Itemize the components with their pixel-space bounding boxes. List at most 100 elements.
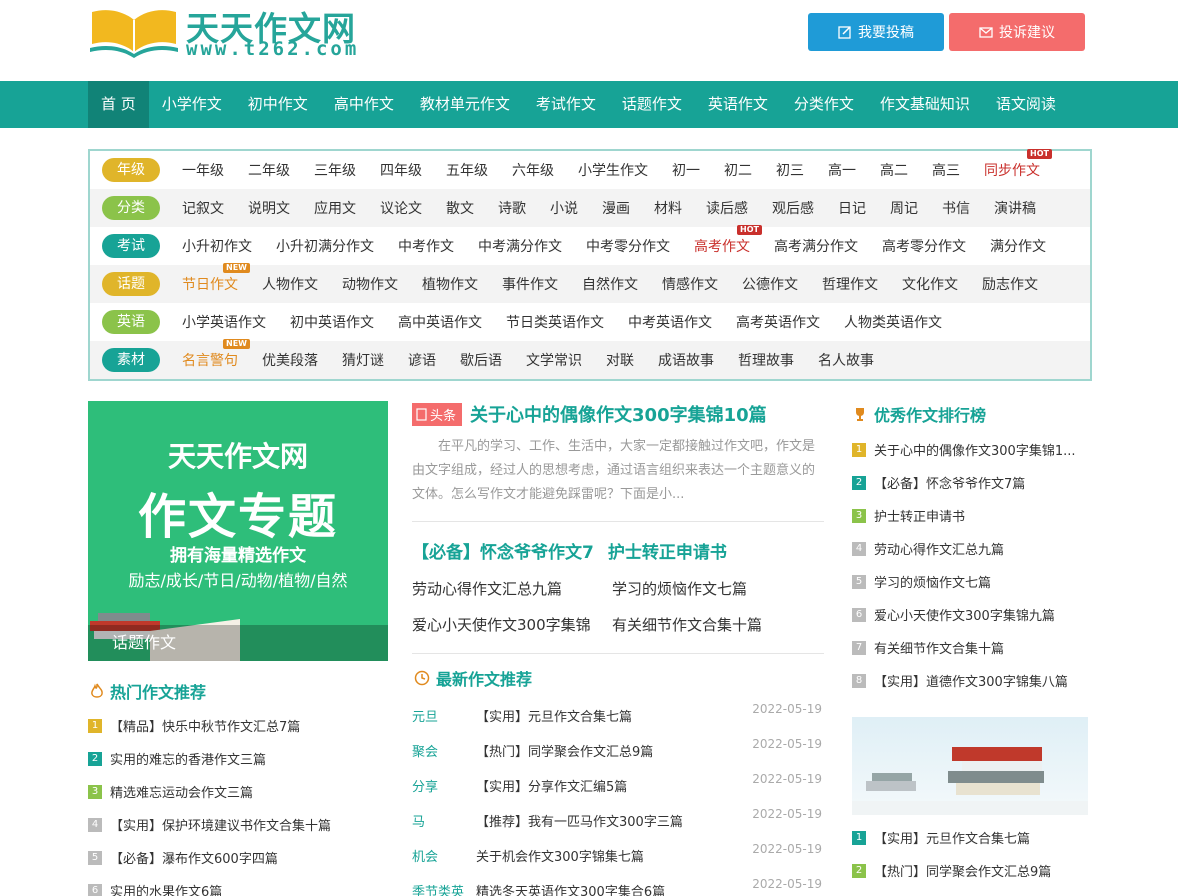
nav-item[interactable]: 考试作文 bbox=[523, 81, 609, 128]
category-link[interactable]: 猜灯谜 bbox=[342, 350, 384, 370]
topic-banner[interactable]: 天天作文网 作文专题 拥有海量精选作文 励志/成长/节日/动物/植物/自然 话题… bbox=[88, 401, 388, 661]
category-link[interactable]: 诗歌 bbox=[498, 198, 526, 218]
category-link[interactable]: 节日类英语作文 bbox=[506, 312, 604, 332]
list-item[interactable]: 2 实用的难忘的香港作文三篇 bbox=[88, 742, 388, 775]
category-link[interactable]: 名人故事 bbox=[818, 350, 874, 370]
category-link[interactable]: 人物类英语作文 bbox=[844, 312, 942, 332]
latest-item-tag[interactable]: 分享 bbox=[412, 770, 476, 805]
category-link[interactable]: 中考零分作文 bbox=[586, 236, 670, 256]
list-item[interactable]: 3【实用】分享作文汇编5篇 bbox=[852, 887, 1088, 896]
nav-item[interactable]: 初中作文 bbox=[235, 81, 321, 128]
category-link[interactable]: 小学生作文 bbox=[578, 160, 648, 180]
category-link[interactable]: 读后感 bbox=[706, 198, 748, 218]
list-item[interactable]: 4 【实用】保护环境建议书作文合集十篇 bbox=[88, 808, 388, 841]
category-link[interactable]: 自然作文 bbox=[582, 274, 638, 294]
list-item[interactable]: 8 【实用】道德作文300字锦集八篇 bbox=[852, 664, 1088, 697]
latest-item-tag[interactable]: 元旦 bbox=[412, 700, 476, 735]
quick-link[interactable]: 劳动心得作文汇总九篇 bbox=[412, 571, 612, 607]
headline-title[interactable]: 关于心中的偶像作文300字集锦10篇 bbox=[470, 401, 767, 427]
list-item[interactable]: 7 有关细节作文合集十篇 bbox=[852, 631, 1088, 664]
quick-link[interactable]: 爱心小天使作文300字集锦 bbox=[412, 607, 612, 643]
category-link[interactable]: 哲理作文 bbox=[822, 274, 878, 294]
category-link[interactable]: 高中英语作文 bbox=[398, 312, 482, 332]
category-link[interactable]: 事件作文 bbox=[502, 274, 558, 294]
category-link[interactable]: 满分作文 bbox=[990, 236, 1046, 256]
category-link[interactable]: 歇后语 bbox=[460, 350, 502, 370]
category-tag[interactable]: 年级 bbox=[102, 158, 160, 182]
category-link[interactable]: 中考英语作文 bbox=[628, 312, 712, 332]
quick-link[interactable]: 学习的烦恼作文七篇 bbox=[612, 571, 822, 607]
category-link[interactable]: 植物作文 bbox=[422, 274, 478, 294]
list-item[interactable]: 2 【必备】怀念爷爷作文7篇 bbox=[852, 466, 1088, 499]
category-link[interactable]: 公德作文 bbox=[742, 274, 798, 294]
category-link[interactable]: 高考英语作文 bbox=[736, 312, 820, 332]
quick-link[interactable]: 有关细节作文合集十篇 bbox=[612, 607, 822, 643]
category-link[interactable]: 人物作文 bbox=[262, 274, 318, 294]
category-link[interactable]: 小学英语作文 bbox=[182, 312, 266, 332]
nav-item[interactable]: 高中作文 bbox=[321, 81, 407, 128]
category-link[interactable]: 名言警句 NEW bbox=[182, 339, 250, 370]
category-link[interactable]: 散文 bbox=[446, 198, 474, 218]
category-link[interactable]: 励志作文 bbox=[982, 274, 1038, 294]
latest-item-tag[interactable]: 聚会 bbox=[412, 735, 476, 770]
category-link[interactable]: 说明文 bbox=[248, 198, 290, 218]
nav-item[interactable]: 小学作文 bbox=[149, 81, 235, 128]
category-link[interactable]: 记叙文 bbox=[182, 198, 224, 218]
category-link[interactable]: 初中英语作文 bbox=[290, 312, 374, 332]
nav-item[interactable]: 分类作文 bbox=[781, 81, 867, 128]
latest-item[interactable]: 季节类英 精选冬天英语作文300字集合6篇 2022-05-19 bbox=[412, 875, 824, 896]
category-link[interactable]: 初一 bbox=[672, 160, 700, 180]
sub-headline-2[interactable]: 护士转正申请书 bbox=[608, 538, 727, 563]
category-link[interactable]: 动物作文 bbox=[342, 274, 398, 294]
category-link[interactable]: 周记 bbox=[890, 198, 918, 218]
nav-item[interactable]: 作文基础知识 bbox=[867, 81, 983, 128]
nav-item[interactable]: 话题作文 bbox=[609, 81, 695, 128]
category-link[interactable]: 文学常识 bbox=[526, 350, 582, 370]
category-link[interactable]: 观后感 bbox=[772, 198, 814, 218]
nav-item[interactable]: 英语作文 bbox=[695, 81, 781, 128]
category-link[interactable]: 优美段落 bbox=[262, 350, 318, 370]
category-tag[interactable]: 分类 bbox=[102, 196, 160, 220]
site-logo[interactable]: 天天作文网 www.t262.com bbox=[88, 0, 368, 60]
category-link[interactable]: 对联 bbox=[606, 350, 634, 370]
category-link[interactable]: 议论文 bbox=[380, 198, 422, 218]
submit-article-button[interactable]: 我要投稿 bbox=[808, 13, 944, 51]
latest-item-tag[interactable]: 马 bbox=[412, 805, 476, 840]
nav-item[interactable]: 语文阅读 bbox=[983, 81, 1069, 128]
category-link[interactable]: 六年级 bbox=[512, 160, 554, 180]
books-photo[interactable] bbox=[852, 717, 1088, 815]
nav-item[interactable]: 教材单元作文 bbox=[407, 81, 523, 128]
category-link[interactable]: 高考满分作文 bbox=[774, 236, 858, 256]
category-link[interactable]: 小说 bbox=[550, 198, 578, 218]
category-link[interactable]: 文化作文 bbox=[902, 274, 958, 294]
latest-item-tag[interactable]: 季节类英 bbox=[412, 875, 476, 896]
category-link[interactable]: 中考作文 bbox=[398, 236, 454, 256]
category-link[interactable]: 高一 bbox=[828, 160, 856, 180]
category-link[interactable]: 情感作文 bbox=[662, 274, 718, 294]
list-item[interactable]: 1 【精品】快乐中秋节作文汇总7篇 bbox=[88, 709, 388, 742]
list-item[interactable]: 6 实用的水果作文6篇 bbox=[88, 874, 388, 896]
list-item[interactable]: 5 【必备】瀑布作文600字四篇 bbox=[88, 841, 388, 874]
category-link[interactable]: 小升初作文 bbox=[182, 236, 252, 256]
list-item[interactable]: 3 精选难忘运动会作文三篇 bbox=[88, 775, 388, 808]
nav-item[interactable]: 首 页 bbox=[88, 81, 149, 128]
list-item[interactable]: 1 【实用】元旦作文合集七篇 bbox=[852, 821, 1088, 854]
category-link[interactable]: 小升初满分作文 bbox=[276, 236, 374, 256]
category-link[interactable]: 四年级 bbox=[380, 160, 422, 180]
list-item[interactable]: 2 【热门】同学聚会作文汇总9篇 bbox=[852, 854, 1088, 887]
category-link[interactable]: 谚语 bbox=[408, 350, 436, 370]
category-link[interactable]: 一年级 bbox=[182, 160, 224, 180]
category-link[interactable]: 高二 bbox=[880, 160, 908, 180]
category-link[interactable]: 演讲稿 bbox=[994, 198, 1036, 218]
category-link[interactable]: 节日作文 NEW bbox=[182, 263, 250, 294]
latest-item-tag[interactable]: 机会 bbox=[412, 840, 476, 875]
list-item[interactable]: 1 关于心中的偶像作文300字集锦1... bbox=[852, 433, 1088, 466]
category-link[interactable]: 应用文 bbox=[314, 198, 356, 218]
list-item[interactable]: 4 劳动心得作文汇总九篇 bbox=[852, 532, 1088, 565]
category-tag[interactable]: 话题 bbox=[102, 272, 160, 296]
category-tag[interactable]: 考试 bbox=[102, 234, 160, 258]
category-link[interactable]: 成语故事 bbox=[658, 350, 714, 370]
category-link[interactable]: 高考作文 HOT bbox=[694, 225, 762, 256]
category-link[interactable]: 哲理故事 bbox=[738, 350, 794, 370]
category-link[interactable]: 五年级 bbox=[446, 160, 488, 180]
